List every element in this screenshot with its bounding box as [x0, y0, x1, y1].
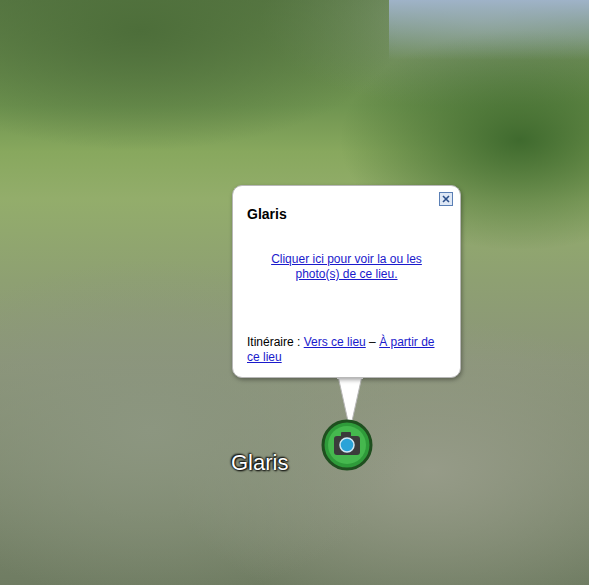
directions-separator: –: [369, 335, 376, 349]
map-view[interactable]: Glaris Glaris Cliquer ici pour voir la ou …: [0, 0, 589, 585]
close-icon[interactable]: [439, 192, 453, 206]
directions-row: Itinéraire : Vers ce lieu – À partir de …: [247, 295, 446, 365]
balloon-title: Glaris: [247, 206, 446, 224]
directions-to-link[interactable]: Vers ce lieu: [304, 335, 366, 349]
sky-area: [389, 0, 589, 60]
placemark-label[interactable]: Glaris: [231, 450, 288, 476]
photo-link-row: Cliquer ici pour voir la ou les photo(s)…: [247, 252, 446, 282]
directions-label: Itinéraire :: [247, 335, 300, 349]
info-balloon: Glaris Cliquer ici pour voir la ou les ph…: [232, 185, 461, 378]
photo-link[interactable]: Cliquer ici pour voir la ou les photo(s)…: [271, 252, 422, 281]
camera-icon[interactable]: [320, 418, 374, 472]
